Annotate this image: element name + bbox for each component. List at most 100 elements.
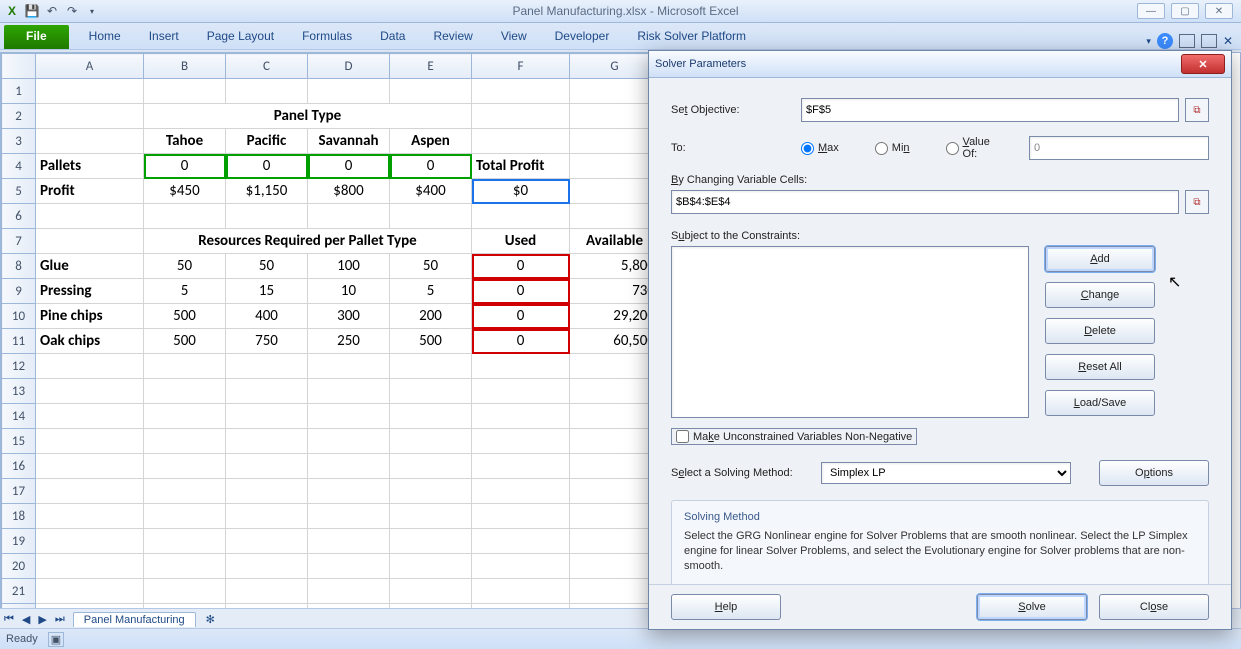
cell[interactable]: 15 — [226, 279, 308, 304]
avail-cell[interactable]: 29,200 — [570, 304, 660, 329]
opt-max[interactable]: Max — [801, 142, 839, 155]
close-button[interactable]: Close — [1099, 594, 1209, 620]
col-header-c[interactable]: C — [226, 54, 308, 79]
cell[interactable]: 500 — [390, 329, 472, 354]
help-icon[interactable]: ? — [1157, 33, 1173, 49]
cell[interactable]: 500 — [144, 304, 226, 329]
dialog-close-button[interactable]: ✕ — [1181, 54, 1225, 74]
redo-icon[interactable]: ↷ — [64, 3, 80, 19]
file-tab[interactable]: File — [4, 25, 69, 49]
nonneg-checkbox[interactable]: Make Unconstrained Variables Non-Negativ… — [671, 428, 917, 445]
tab-data[interactable]: Data — [366, 25, 419, 49]
tab-nav-prev-icon[interactable]: ◀ — [18, 613, 34, 626]
options-button[interactable]: Options — [1099, 460, 1209, 486]
grid[interactable]: A B C D E F G H 1 2 Panel Type 3 Tahoe P… — [1, 53, 742, 609]
row-header[interactable]: 8 — [2, 254, 36, 279]
cell[interactable]: 500 — [144, 329, 226, 354]
objective-input[interactable] — [801, 98, 1179, 122]
opt-min[interactable]: Min — [875, 142, 910, 155]
cell[interactable]: 50 — [226, 254, 308, 279]
used-cell[interactable]: 0 — [472, 329, 570, 354]
row-header[interactable]: 11 — [2, 329, 36, 354]
tab-insert[interactable]: Insert — [135, 25, 193, 49]
row-header[interactable]: 6 — [2, 204, 36, 229]
cell[interactable]: 50 — [144, 254, 226, 279]
cell[interactable]: 50 — [390, 254, 472, 279]
row-header[interactable]: 16 — [2, 454, 36, 479]
sheet-tab[interactable]: Panel Manufacturing — [73, 612, 196, 627]
reset-all-button[interactable]: Reset All — [1045, 354, 1155, 380]
load-save-button[interactable]: Load/Save — [1045, 390, 1155, 416]
row-header[interactable]: 2 — [2, 104, 36, 129]
row-header[interactable]: 17 — [2, 479, 36, 504]
col-header-f[interactable]: F — [472, 54, 570, 79]
tab-nav-first-icon[interactable]: ⏮ — [0, 613, 18, 626]
row-header[interactable]: 13 — [2, 379, 36, 404]
change-button[interactable]: Change — [1045, 282, 1155, 308]
row-header[interactable]: 4 — [2, 154, 36, 179]
avail-cell[interactable]: 60,500 — [570, 329, 660, 354]
select-all-corner[interactable] — [2, 54, 36, 79]
constraints-list[interactable] — [671, 246, 1029, 418]
row-header[interactable]: 9 — [2, 279, 36, 304]
row-header[interactable]: 21 — [2, 579, 36, 604]
tab-home[interactable]: Home — [75, 25, 135, 49]
col-header-b[interactable]: B — [144, 54, 226, 79]
solver-dialog[interactable]: Solver Parameters ✕ Set Objective: ⧉ To:… — [648, 50, 1232, 630]
tab-nav-next-icon[interactable]: ▶ — [34, 613, 50, 626]
method-select[interactable]: Simplex LP — [821, 462, 1071, 484]
row-header[interactable]: 20 — [2, 554, 36, 579]
avail-cell[interactable]: 5,800 — [570, 254, 660, 279]
undo-icon[interactable]: ↶ — [44, 3, 60, 19]
ref-picker-icon[interactable]: ⧉ — [1185, 98, 1209, 122]
tab-risk-solver[interactable]: Risk Solver Platform — [623, 25, 760, 49]
ribbon-minimize-icon[interactable]: ▾ — [1146, 36, 1151, 47]
row-header[interactable]: 19 — [2, 529, 36, 554]
minimize-button[interactable]: — — [1137, 3, 1165, 19]
help-button[interactable]: Help — [671, 594, 781, 620]
used-cell[interactable]: 0 — [472, 254, 570, 279]
mdi-close-icon[interactable]: ✕ — [1223, 34, 1233, 48]
ref-picker-icon[interactable]: ⧉ — [1185, 190, 1209, 214]
row-header[interactable]: 15 — [2, 429, 36, 454]
tab-page-layout[interactable]: Page Layout — [193, 25, 288, 49]
row-header[interactable]: 10 — [2, 304, 36, 329]
mdi-restore-icon[interactable] — [1201, 34, 1217, 48]
restore-button[interactable]: ▢ — [1171, 3, 1199, 19]
row-header[interactable]: 14 — [2, 404, 36, 429]
save-icon[interactable]: 💾 — [24, 3, 40, 19]
col-header-g[interactable]: G — [570, 54, 660, 79]
row-header[interactable]: 3 — [2, 129, 36, 154]
cell[interactable]: 750 — [226, 329, 308, 354]
col-header-e[interactable]: E — [390, 54, 472, 79]
tab-formulas[interactable]: Formulas — [288, 25, 366, 49]
close-button[interactable]: ✕ — [1205, 3, 1233, 19]
row-header[interactable]: 12 — [2, 354, 36, 379]
add-button[interactable]: Add — [1045, 246, 1155, 272]
qat-dropdown-icon[interactable]: ▾ — [84, 3, 100, 19]
opt-value-of[interactable]: Value Of: — [946, 136, 993, 160]
row-header[interactable]: 18 — [2, 504, 36, 529]
total-profit-value[interactable]: $0 — [472, 179, 570, 204]
pallet-aspen[interactable]: 0 — [390, 154, 472, 179]
cell[interactable]: 5 — [390, 279, 472, 304]
cell[interactable]: 250 — [308, 329, 390, 354]
cell[interactable]: 10 — [308, 279, 390, 304]
cell[interactable]: 200 — [390, 304, 472, 329]
tab-nav-last-icon[interactable]: ⏭ — [51, 613, 69, 626]
tab-view[interactable]: View — [487, 25, 541, 49]
pallet-pacific[interactable]: 0 — [226, 154, 308, 179]
row-header[interactable]: 5 — [2, 179, 36, 204]
row-header[interactable]: 7 — [2, 229, 36, 254]
macro-record-icon[interactable]: ▣ — [48, 632, 64, 647]
solve-button[interactable]: Solve — [977, 594, 1087, 620]
tab-developer[interactable]: Developer — [541, 25, 624, 49]
col-header-d[interactable]: D — [308, 54, 390, 79]
pallet-savannah[interactable]: 0 — [308, 154, 390, 179]
changing-cells-input[interactable] — [671, 190, 1179, 214]
delete-button[interactable]: Delete — [1045, 318, 1155, 344]
pallet-tahoe[interactable]: 0 — [144, 154, 226, 179]
tab-review[interactable]: Review — [419, 25, 486, 49]
col-header-a[interactable]: A — [36, 54, 144, 79]
new-sheet-icon[interactable]: ✻ — [202, 613, 219, 626]
